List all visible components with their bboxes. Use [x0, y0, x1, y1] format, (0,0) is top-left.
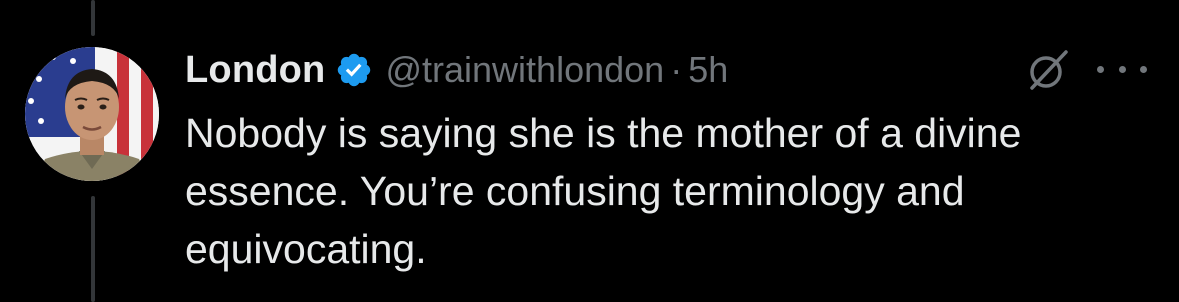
author-handle[interactable]: @trainwithlondon	[385, 49, 664, 91]
more-options-icon[interactable]	[1097, 57, 1147, 81]
tweet-text-line: equivocating.	[185, 226, 427, 272]
tweet-text-line: essence. You’re confusing terminology an…	[185, 168, 965, 214]
thread-line-bottom	[91, 196, 95, 302]
avatar[interactable]	[25, 47, 159, 181]
tweet-header: London @trainwithlondon · 5h	[185, 44, 728, 96]
tweet-text-line: Nobody is saying she is the mother of a …	[185, 110, 1022, 156]
avatar-image	[25, 47, 159, 181]
separator-dot: ·	[670, 49, 683, 90]
more-dot-icon	[1140, 65, 1147, 73]
verified-badge-icon	[338, 53, 371, 87]
thread-line-top	[91, 0, 95, 36]
author-display-name[interactable]: London	[185, 49, 325, 92]
more-dot-icon	[1118, 65, 1126, 73]
tweet-text: Nobody is saying she is the mother of a …	[185, 104, 1145, 278]
grok-icon[interactable]	[1024, 48, 1072, 92]
more-dot-icon	[1097, 65, 1104, 73]
timestamp[interactable]: 5h	[688, 49, 728, 91]
